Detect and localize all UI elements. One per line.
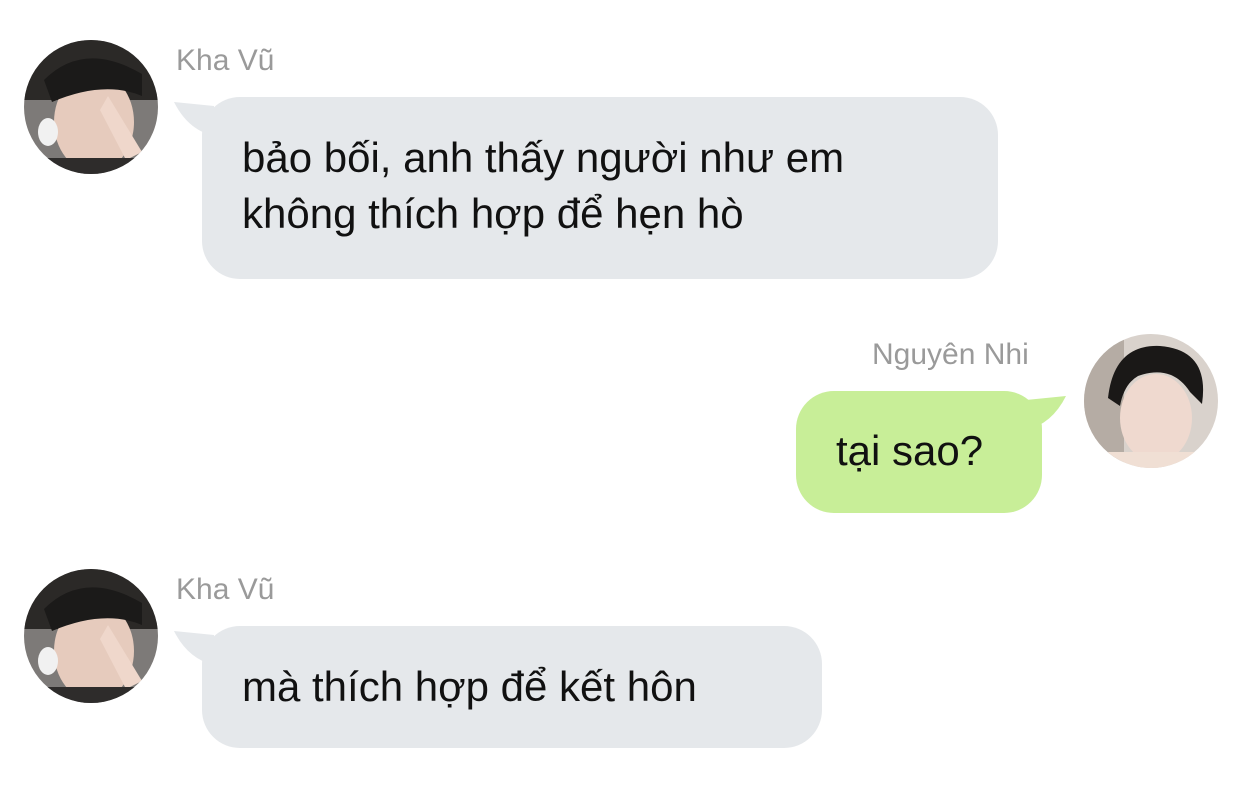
message-text: mà thích hợp để kết hôn bbox=[242, 663, 697, 710]
avatar[interactable] bbox=[24, 569, 158, 703]
avatar[interactable] bbox=[1084, 334, 1218, 468]
avatar[interactable] bbox=[24, 40, 158, 174]
avatar-photo bbox=[24, 569, 158, 703]
message-text: tại sao? bbox=[836, 427, 984, 474]
chat-thread: Kha Vũ bảo bối, anh thấy người như em kh… bbox=[0, 0, 1242, 796]
sender-name: Kha Vũ bbox=[176, 573, 275, 606]
message-bubble[interactable]: bảo bối, anh thấy người như em không thí… bbox=[202, 97, 998, 279]
message-bubble[interactable]: tại sao? bbox=[796, 391, 1042, 513]
sender-name: Nguyên Nhi bbox=[872, 338, 1029, 371]
avatar-photo bbox=[1084, 334, 1218, 468]
sender-name: Kha Vũ bbox=[176, 44, 275, 77]
message-text: bảo bối, anh thấy người như em không thí… bbox=[242, 134, 845, 237]
message-bubble[interactable]: mà thích hợp để kết hôn bbox=[202, 626, 822, 748]
avatar-photo bbox=[24, 40, 158, 174]
